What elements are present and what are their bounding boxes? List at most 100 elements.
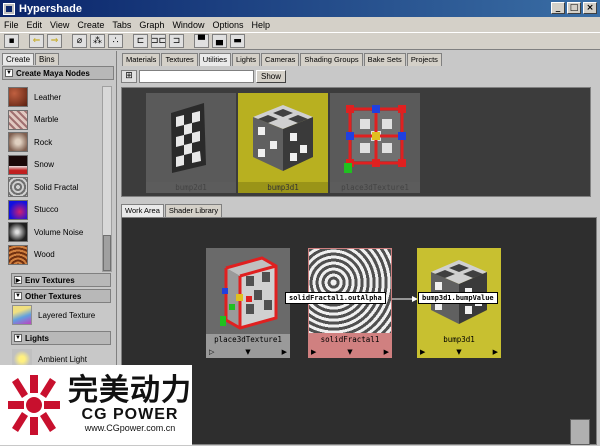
- expand-arrow-icon: ▶: [14, 276, 22, 284]
- output-port-icon[interactable]: ▶: [493, 348, 498, 356]
- bump2d-icon: [171, 103, 206, 173]
- list-item-label: Ambient Light: [38, 354, 87, 364]
- input-port-icon[interactable]: ▷: [209, 348, 214, 356]
- close-button[interactable]: ×: [583, 2, 597, 14]
- list-item[interactable]: Layered Texture: [12, 304, 108, 327]
- node-label: place3dTexture1: [206, 334, 290, 346]
- app-icon: [3, 2, 15, 15]
- toolbar: ▪ ⇐ ⇒ ⌀ ⁂ ∴ ⊏ ⊐⊏ ⊐ ▀ ▄ ▬: [0, 32, 600, 50]
- node-place3dtexture1[interactable]: place3dTexture1 ▷ ▼ ▶: [206, 248, 290, 358]
- graph-materials-icon[interactable]: ⁂: [90, 34, 105, 48]
- collapse-arrow-icon: ▼: [14, 334, 22, 342]
- menu-create[interactable]: Create: [77, 20, 104, 30]
- menu-tabs[interactable]: Tabs: [112, 20, 131, 30]
- env-textures-header[interactable]: ▶ Env Textures: [11, 273, 111, 287]
- tab-cameras[interactable]: Cameras: [260, 53, 300, 66]
- filter-icon[interactable]: ⊞: [121, 69, 137, 83]
- expand-node-icon[interactable]: ▼: [245, 348, 250, 356]
- lights-label: Lights: [25, 333, 49, 343]
- work-area[interactable]: place3dTexture1 ▷ ▼ ▶ solidFractal1 ▶ ▼ …: [121, 217, 597, 445]
- create-maya-nodes-label: Create Maya Nodes: [16, 68, 90, 78]
- graph-network-icon[interactable]: ∴: [108, 34, 123, 48]
- minimize-button[interactable]: _: [551, 2, 565, 14]
- tab-utilities[interactable]: Utilities: [198, 53, 231, 66]
- cgpower-watermark: 完美动力 CG POWER www.CGpower.com.cn: [0, 365, 192, 445]
- tab-create[interactable]: Create: [2, 53, 35, 65]
- menu-file[interactable]: File: [4, 20, 19, 30]
- collapse-arrow-icon: ▼: [14, 292, 22, 300]
- node-label: bump3d1: [417, 334, 501, 346]
- texture-list: Leather Marble Rock Snow Solid Fractal S…: [8, 86, 102, 266]
- input-port-icon[interactable]: ▶: [311, 348, 316, 356]
- list-item[interactable]: Snow: [8, 154, 102, 177]
- input-port-icon[interactable]: ▶: [420, 348, 425, 356]
- wood-swatch-icon: [8, 244, 28, 265]
- menu-window[interactable]: Window: [172, 20, 204, 30]
- leather-swatch-icon: [8, 87, 28, 108]
- solidfractal-node-swatch: [308, 248, 392, 334]
- menu-view[interactable]: View: [50, 20, 69, 30]
- tab-projects[interactable]: Projects: [406, 53, 442, 66]
- other-textures-header[interactable]: ▼ Other Textures: [11, 289, 111, 303]
- input-connections-icon[interactable]: ⊏: [133, 34, 148, 48]
- list-item[interactable]: Volume Noise: [8, 221, 102, 244]
- connection-input-label: bump3d1.bumpValue: [418, 292, 498, 304]
- output-port-icon[interactable]: ▶: [282, 348, 287, 356]
- bottom-tabs-only-icon[interactable]: ▄: [212, 34, 227, 48]
- tab-bake-sets[interactable]: Bake Sets: [363, 53, 406, 66]
- volume-noise-swatch-icon: [8, 222, 28, 243]
- tab-materials[interactable]: Materials: [122, 53, 161, 66]
- arrow-left-icon[interactable]: ⇐: [29, 34, 44, 48]
- tab-textures[interactable]: Textures: [161, 53, 198, 66]
- clear-graph-icon[interactable]: ⌀: [72, 34, 87, 48]
- bin-item-place3dtexture1[interactable]: place3dTexture1: [330, 93, 420, 193]
- menu-graph[interactable]: Graph: [139, 20, 164, 30]
- search-input[interactable]: [139, 69, 254, 83]
- list-item-label: Rock: [34, 137, 53, 147]
- work-area-scrollbar[interactable]: [570, 419, 590, 445]
- list-item[interactable]: Wood: [8, 244, 102, 267]
- expand-node-icon[interactable]: ▼: [456, 348, 461, 356]
- list-item[interactable]: Leather: [8, 86, 102, 109]
- list-item-label: Wood: [34, 250, 55, 260]
- arrow-right-icon[interactable]: ⇒: [47, 34, 62, 48]
- node-label: solidFractal1: [308, 334, 392, 346]
- list-item-label: Marble: [34, 115, 59, 125]
- create-maya-nodes-header[interactable]: ▼ Create Maya Nodes: [2, 66, 114, 80]
- list-item[interactable]: Marble: [8, 109, 102, 132]
- layered-texture-icon: [12, 305, 32, 326]
- menu-edit[interactable]: Edit: [27, 20, 43, 30]
- tab-lights[interactable]: Lights: [231, 53, 260, 66]
- expand-node-icon[interactable]: ▼: [347, 348, 352, 356]
- list-item[interactable]: Rock: [8, 131, 102, 154]
- collapse-arrow-icon: ▼: [5, 69, 13, 77]
- list-item-label: Layered Texture: [38, 310, 96, 320]
- tab-shader-library[interactable]: Shader Library: [164, 204, 223, 217]
- tab-shading-groups[interactable]: Shading Groups: [300, 53, 363, 66]
- top-bottom-tabs-icon[interactable]: ▬: [230, 34, 245, 48]
- output-port-icon[interactable]: ▶: [384, 348, 389, 356]
- list-item-label: Stucco: [34, 205, 59, 215]
- bin-item-bump3d1[interactable]: bump3d1: [238, 93, 328, 193]
- node-io-bar: ▶ ▼ ▶: [417, 346, 501, 358]
- menu-help[interactable]: Help: [251, 20, 270, 30]
- lights-header[interactable]: ▼ Lights: [11, 331, 111, 345]
- menu-options[interactable]: Options: [212, 20, 243, 30]
- output-connections-icon[interactable]: ⊐: [169, 34, 184, 48]
- create-panel-scrollbar[interactable]: [102, 86, 112, 272]
- list-item[interactable]: Stucco: [8, 199, 102, 222]
- scrollbar-thumb[interactable]: [103, 235, 111, 271]
- list-item-label: Volume Noise: [34, 227, 84, 237]
- in-out-connections-icon[interactable]: ⊐⊏: [151, 34, 166, 48]
- tab-work-area[interactable]: Work Area: [121, 204, 164, 217]
- work-tabs: Work Area Shader Library: [121, 204, 591, 217]
- search-row: ⊞ Show: [121, 68, 591, 84]
- bin-item-bump2d1[interactable]: bump2d1: [146, 93, 236, 193]
- maximize-button[interactable]: □: [567, 2, 581, 14]
- show-button[interactable]: Show: [256, 69, 287, 83]
- list-item[interactable]: Solid Fractal: [8, 176, 102, 199]
- toggle-create-bar-icon[interactable]: ▪: [4, 34, 19, 48]
- top-tabs-only-icon[interactable]: ▀: [194, 34, 209, 48]
- logo-chinese-text: 完美动力: [68, 374, 192, 407]
- tab-bins[interactable]: Bins: [35, 53, 59, 65]
